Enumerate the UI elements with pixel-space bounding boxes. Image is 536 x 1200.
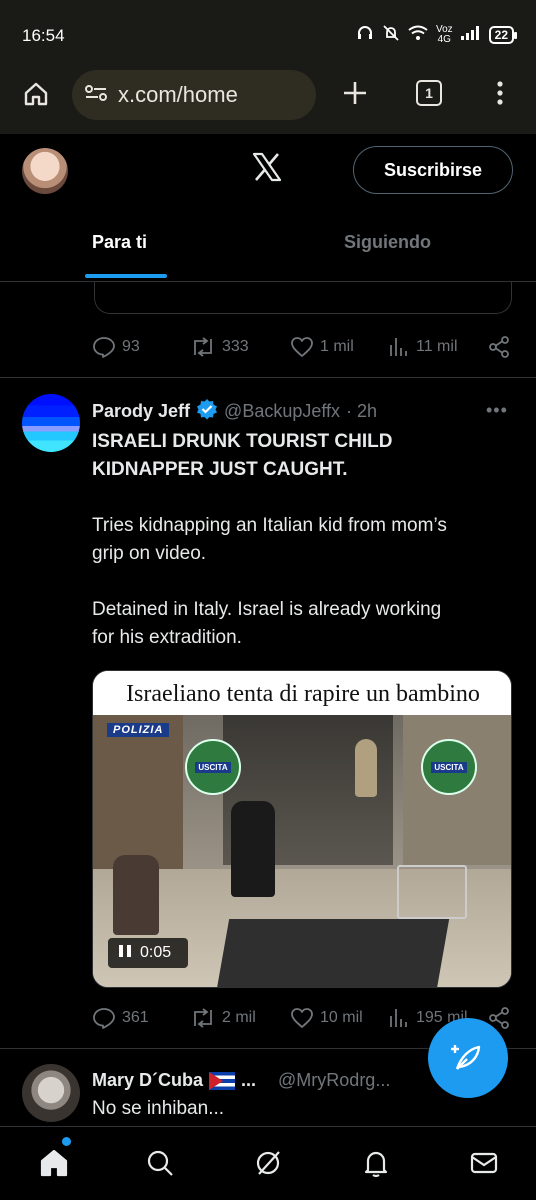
heart-icon xyxy=(291,337,313,357)
tab-switcher-button[interactable]: 1 xyxy=(414,78,444,108)
status-bar: 16:54 Voz 4G 22 xyxy=(0,0,536,64)
tweet-author-handle[interactable]: @BackupJeffx xyxy=(224,401,340,422)
divider xyxy=(0,377,536,378)
exit-sign-left: USCITA xyxy=(185,739,241,795)
reply-icon xyxy=(93,337,115,358)
views-icon xyxy=(390,338,407,356)
x-logo-icon[interactable] xyxy=(252,152,282,187)
tweet-paragraph-3-line2: for his extradition. xyxy=(92,627,242,648)
tweet-paragraph-3: Detained in Italy. Israel is already wor… xyxy=(92,596,512,652)
url-bar[interactable]: x.com/home xyxy=(72,70,316,120)
reply-count: 93 xyxy=(122,338,140,355)
video-shopping-cart xyxy=(397,865,467,919)
network-label-bottom: 4G xyxy=(437,33,451,45)
tweet-headline-line2: KIDNAPPER JUST CAUGHT. xyxy=(92,459,348,480)
video-caption-title: Israeliano tenta di rapire un bambino xyxy=(93,671,511,715)
nav-search-icon[interactable] xyxy=(142,1145,178,1181)
pause-icon[interactable] xyxy=(118,944,132,963)
nav-messages-icon[interactable] xyxy=(466,1145,502,1181)
new-tab-icon[interactable] xyxy=(340,78,370,108)
nav-home-icon[interactable] xyxy=(36,1145,72,1181)
reply-count: 361 xyxy=(122,1009,149,1026)
site-settings-icon[interactable] xyxy=(84,83,108,108)
more-options-icon[interactable]: ••• xyxy=(486,400,508,421)
tweet-header: Mary D´Cuba ... @MryRodrg... xyxy=(92,1070,390,1091)
repost-count: 333 xyxy=(222,338,249,355)
views-button[interactable]: 11 mil xyxy=(388,337,458,357)
video-person-man xyxy=(231,801,275,897)
home-notification-dot xyxy=(62,1137,71,1146)
home-icon[interactable] xyxy=(20,78,52,110)
status-time: 16:54 xyxy=(22,26,65,45)
share-button[interactable] xyxy=(488,336,510,358)
tweet-author-handle[interactable]: @MryRodrg... xyxy=(278,1070,390,1091)
tweet-text: No se inhiban... xyxy=(92,1098,225,1119)
headphones-icon xyxy=(356,24,374,45)
previous-tweet-actions: 93 333 1 mil 11 mil xyxy=(92,334,512,360)
tweet-paragraph-2-line1: Tries kidnapping an Italian kid from mom… xyxy=(92,515,447,536)
reply-button[interactable]: 361 xyxy=(92,1007,149,1029)
battery-icon: 22 xyxy=(488,25,518,44)
x-header: Suscribirse Para ti Siguiendo xyxy=(0,134,536,282)
reply-button[interactable]: 93 xyxy=(92,336,140,358)
video-person-mother xyxy=(113,855,159,935)
repost-icon xyxy=(194,337,212,357)
network-type: Voz 4G xyxy=(436,24,453,45)
repost-count: 2 mil xyxy=(222,1009,256,1026)
like-button[interactable]: 1 mil xyxy=(290,336,354,358)
bottom-navigation xyxy=(0,1126,536,1200)
tab-following[interactable]: Siguiendo xyxy=(344,232,431,253)
active-tab-indicator xyxy=(85,274,167,278)
cuba-flag-icon xyxy=(209,1071,236,1090)
nav-notifications-icon[interactable] xyxy=(358,1145,394,1181)
tweet-time: · 2h xyxy=(346,401,378,421)
repost-button[interactable]: 2 mil xyxy=(190,1008,256,1028)
exit-sign-left-label: USCITA xyxy=(195,761,231,773)
url-text[interactable]: x.com/home xyxy=(118,82,238,108)
share-icon xyxy=(489,336,509,358)
compose-feather-icon xyxy=(451,1045,481,1070)
tweet-paragraph-2: Tries kidnapping an Italian kid from mom… xyxy=(92,512,512,568)
tab-count: 1 xyxy=(416,80,442,106)
reply-icon xyxy=(93,1008,115,1029)
tweet-author-name[interactable]: Parody Jeff xyxy=(92,401,190,422)
like-button[interactable]: 10 mil xyxy=(290,1007,363,1029)
verified-badge-icon xyxy=(196,398,218,425)
bell-muted-icon xyxy=(382,24,400,45)
repost-icon xyxy=(194,1008,212,1028)
subscribe-button[interactable]: Suscribirse xyxy=(353,146,513,194)
views-icon xyxy=(390,1009,407,1027)
tweet-paragraph-2-line2: grip on video. xyxy=(92,543,207,564)
heart-icon xyxy=(291,1008,313,1028)
video-person-child xyxy=(355,739,377,797)
nav-grok-icon[interactable] xyxy=(250,1145,286,1181)
tweet-headline-line1: ISRAELI DRUNK TOURIST CHILD xyxy=(92,431,393,452)
tweet-header: Parody Jeff @BackupJeffx · 2h xyxy=(92,398,377,425)
tweet-paragraph-3-line1: Detained in Italy. Israel is already wor… xyxy=(92,599,442,620)
wifi-icon xyxy=(408,25,428,44)
video-duration[interactable]: 0:05 xyxy=(108,938,188,968)
police-sign: POLIZIA xyxy=(107,723,170,737)
tweet-author-name-ellipsis: ... xyxy=(241,1070,257,1090)
video-floor-mat xyxy=(216,919,450,987)
tweet-author-avatar[interactable] xyxy=(22,1064,80,1122)
tweet-author-name[interactable]: Mary D´Cuba xyxy=(92,1070,203,1091)
exit-sign-right: USCITA xyxy=(421,739,477,795)
video-duration-text: 0:05 xyxy=(140,944,172,961)
compose-post-button[interactable] xyxy=(428,1018,508,1098)
tweet-headline: ISRAELI DRUNK TOURIST CHILD KIDNAPPER JU… xyxy=(92,428,512,484)
tab-for-you[interactable]: Para ti xyxy=(92,232,147,253)
views-count: 11 mil xyxy=(416,338,458,355)
profile-avatar[interactable] xyxy=(22,148,68,194)
like-count: 10 mil xyxy=(320,1009,363,1026)
like-count: 1 mil xyxy=(320,338,354,355)
tweet-author-avatar[interactable] xyxy=(22,394,80,452)
browser-bar: x.com/home 1 xyxy=(0,64,536,134)
repost-button[interactable]: 333 xyxy=(190,337,249,357)
previous-tweet-card[interactable] xyxy=(94,282,512,314)
browser-menu-icon[interactable] xyxy=(488,78,512,108)
status-icons: Voz 4G 22 xyxy=(356,24,518,45)
signal-icon xyxy=(460,26,481,43)
exit-sign-right-label: USCITA xyxy=(431,761,467,773)
